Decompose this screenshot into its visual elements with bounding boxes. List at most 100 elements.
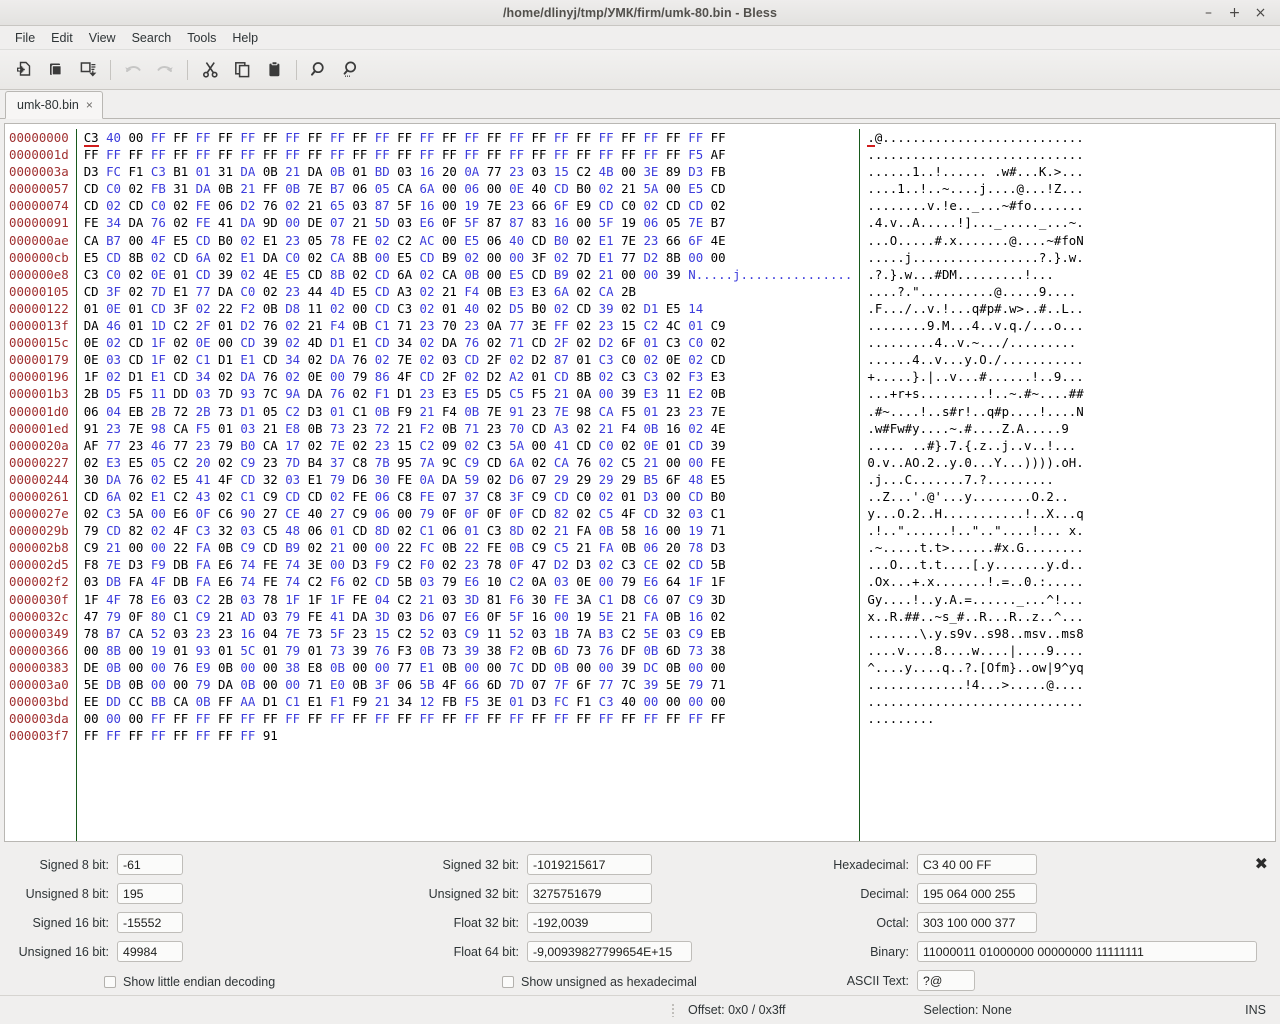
hex-byte[interactable]: DA bbox=[442, 472, 457, 487]
hex-byte[interactable]: FF bbox=[151, 130, 166, 145]
hex-byte[interactable]: 16 bbox=[240, 626, 255, 641]
hex-byte[interactable]: 00 bbox=[688, 694, 703, 709]
hex-byte[interactable]: 0B bbox=[532, 643, 547, 658]
hex-byte[interactable]: 19 bbox=[576, 609, 591, 624]
hex-byte[interactable]: 6D bbox=[666, 643, 681, 658]
hex-byte[interactable]: 02 bbox=[308, 540, 323, 555]
hex-byte[interactable]: 02 bbox=[464, 250, 479, 265]
hex-byte[interactable]: 82 bbox=[554, 506, 569, 521]
hex-byte[interactable]: 76 bbox=[352, 352, 367, 367]
hex-byte[interactable]: 02 bbox=[128, 489, 143, 504]
hex-byte[interactable]: 0A bbox=[576, 386, 591, 401]
hex-byte[interactable]: C2 bbox=[173, 455, 188, 470]
hex-byte[interactable]: 00 bbox=[84, 643, 99, 658]
hex-byte[interactable]: 00 bbox=[151, 506, 166, 521]
hex-byte[interactable]: 00 bbox=[330, 557, 345, 572]
hex-byte[interactable]: 0B bbox=[352, 677, 367, 692]
hex-byte[interactable]: 07 bbox=[442, 489, 457, 504]
hex-byte[interactable]: 00 bbox=[599, 386, 614, 401]
hex-byte[interactable]: 7E bbox=[487, 404, 502, 419]
hex-byte[interactable]: CD bbox=[688, 438, 703, 453]
hex-byte[interactable]: 73 bbox=[308, 626, 323, 641]
input-float-64bit[interactable] bbox=[527, 941, 692, 962]
hex-byte[interactable]: B5 bbox=[643, 472, 658, 487]
hex-byte[interactable]: CD bbox=[263, 540, 278, 555]
ascii-row[interactable]: .w#Fw#y....~.#....Z.A.....9 bbox=[867, 420, 1083, 437]
hex-byte[interactable]: A3 bbox=[397, 284, 412, 299]
hex-byte[interactable]: 73 bbox=[688, 643, 703, 658]
hex-byte[interactable]: F4 bbox=[330, 318, 345, 333]
hex-byte[interactable]: 71 bbox=[397, 318, 412, 333]
hex-byte[interactable]: FF bbox=[151, 147, 166, 162]
hex-byte[interactable]: CD bbox=[532, 335, 547, 350]
hex-byte[interactable]: CD bbox=[576, 438, 591, 453]
hex-byte[interactable]: DA bbox=[263, 250, 278, 265]
hex-byte[interactable]: 21 bbox=[308, 198, 323, 213]
hex-byte[interactable]: 40 bbox=[308, 506, 323, 521]
hex-byte[interactable]: CD bbox=[711, 181, 726, 196]
hex-byte[interactable]: 34 bbox=[196, 369, 211, 384]
hex-byte[interactable]: C1 bbox=[420, 523, 435, 538]
hex-byte[interactable]: 6A bbox=[397, 267, 412, 282]
hex-byte[interactable]: 23 bbox=[464, 318, 479, 333]
hex-byte[interactable]: 06 bbox=[397, 677, 412, 692]
hex-byte[interactable]: FF bbox=[576, 147, 591, 162]
hex-byte[interactable]: 03 bbox=[397, 164, 412, 179]
hex-byte[interactable]: 3F bbox=[509, 489, 524, 504]
hex-byte[interactable]: 0E bbox=[106, 301, 121, 316]
hex-byte[interactable]: F5 bbox=[128, 386, 143, 401]
hex-row[interactable]: 79 CD 82 02 4F C3 32 03 C5 48 06 01 CD 8… bbox=[84, 522, 853, 539]
hex-byte[interactable]: AF bbox=[84, 438, 99, 453]
hex-byte[interactable]: 0B bbox=[554, 660, 569, 675]
hex-row[interactable]: 47 79 0F 80 C1 C9 21 AD 03 79 FE 41 DA 3… bbox=[84, 608, 853, 625]
hex-byte[interactable]: 4F bbox=[218, 472, 233, 487]
hex-byte[interactable]: 00 bbox=[643, 267, 658, 282]
hex-byte[interactable]: C1 bbox=[352, 404, 367, 419]
hex-byte[interactable]: FF bbox=[688, 711, 703, 726]
hex-byte[interactable]: FF bbox=[442, 711, 457, 726]
hex-byte[interactable]: 03 bbox=[240, 592, 255, 607]
hex-byte[interactable]: CD bbox=[532, 233, 547, 248]
hex-byte[interactable]: DB bbox=[173, 557, 188, 572]
hex-byte[interactable]: 17 bbox=[285, 438, 300, 453]
hex-byte[interactable]: 3D bbox=[375, 609, 390, 624]
hex-byte[interactable]: EB bbox=[711, 626, 726, 641]
hex-byte[interactable]: 02 bbox=[621, 301, 636, 316]
hex-byte[interactable]: 7E bbox=[285, 626, 300, 641]
hex-byte[interactable]: FC bbox=[106, 164, 121, 179]
hex-row[interactable]: C9 21 00 00 22 FA 0B C9 CD B9 02 21 00 0… bbox=[84, 539, 853, 556]
hex-byte[interactable]: 0B bbox=[621, 540, 636, 555]
find-replace-button[interactable] bbox=[335, 55, 367, 85]
ascii-row[interactable]: ...O.....#.x.......@....~#foN bbox=[867, 232, 1083, 249]
hex-byte[interactable]: CD bbox=[84, 181, 99, 196]
hex-row[interactable]: 06 04 EB 2B 72 2B 73 D1 05 C2 D3 01 C1 0… bbox=[84, 403, 853, 420]
hex-byte[interactable]: B0 bbox=[711, 489, 726, 504]
hex-byte[interactable]: FF bbox=[196, 130, 211, 145]
hex-byte[interactable]: 95 bbox=[397, 455, 412, 470]
hex-byte[interactable]: FF bbox=[420, 711, 435, 726]
hex-byte[interactable]: 1F bbox=[711, 574, 726, 589]
hex-byte[interactable]: C2 bbox=[308, 574, 323, 589]
hex-byte[interactable]: C3 bbox=[83, 130, 99, 147]
hex-byte[interactable]: DA bbox=[106, 472, 121, 487]
hex-byte[interactable]: 02 bbox=[666, 369, 681, 384]
hex-byte[interactable]: 00 bbox=[128, 130, 143, 145]
hex-byte[interactable]: 58 bbox=[621, 523, 636, 538]
input-unsigned-16bit[interactable] bbox=[117, 941, 183, 962]
hex-byte[interactable]: FF bbox=[308, 711, 323, 726]
hex-byte[interactable]: 77 bbox=[196, 284, 211, 299]
hex-byte[interactable]: FA bbox=[128, 574, 143, 589]
hex-byte[interactable]: 21 bbox=[375, 694, 390, 709]
hex-byte[interactable]: FE bbox=[554, 592, 569, 607]
hex-byte[interactable]: 21 bbox=[263, 421, 278, 436]
hex-byte[interactable]: FF bbox=[711, 130, 726, 145]
hex-byte[interactable]: 71 bbox=[711, 677, 726, 692]
hex-byte[interactable]: FF bbox=[106, 147, 121, 162]
hex-byte[interactable]: 4E bbox=[711, 233, 726, 248]
hex-byte[interactable]: C1 bbox=[599, 592, 614, 607]
hex-byte[interactable]: E6 bbox=[151, 592, 166, 607]
hex-byte[interactable]: 3A bbox=[576, 592, 591, 607]
hex-byte[interactable]: 2F bbox=[196, 318, 211, 333]
hex-byte[interactable]: FA bbox=[196, 574, 211, 589]
hex-byte[interactable]: C3 bbox=[151, 164, 166, 179]
